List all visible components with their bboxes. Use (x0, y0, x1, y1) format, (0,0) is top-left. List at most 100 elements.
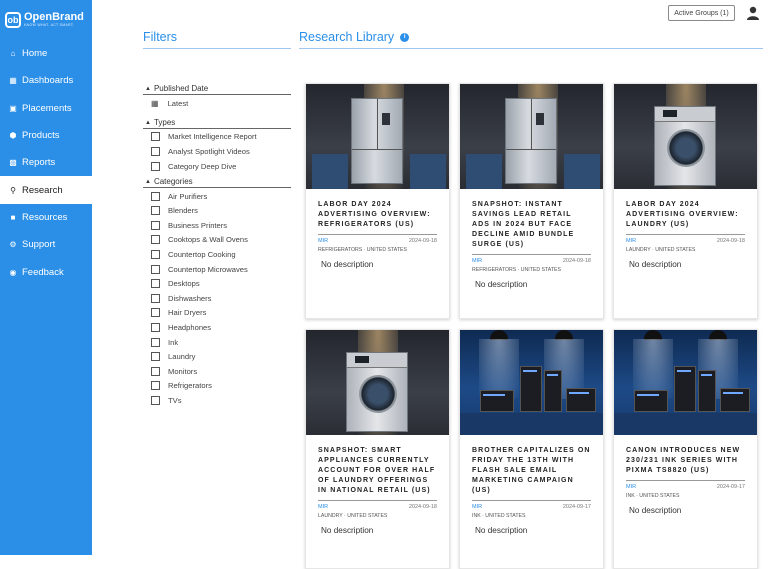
filter-category-option[interactable]: Ink (151, 336, 178, 348)
filter-category-option[interactable]: Refrigerators (151, 380, 212, 392)
checkbox[interactable] (151, 161, 160, 171)
checkbox[interactable] (151, 249, 160, 259)
card-categories: LAUNDRY · UNITED STATES (626, 247, 696, 253)
checkbox[interactable] (151, 366, 160, 376)
card-categories: REFRIGERATORS · UNITED STATES (472, 267, 561, 273)
checkbox[interactable] (151, 337, 160, 347)
checkbox[interactable] (151, 308, 160, 318)
card-source: MIR (626, 484, 637, 490)
report-card[interactable]: Snapshot: Instant Savings Lead Retail Ad… (459, 83, 604, 319)
checkbox[interactable] (151, 395, 160, 405)
brand-logo[interactable]: ob OpenBrand KNOW WHAT. ACT SMART. (5, 8, 89, 32)
checkbox[interactable] (151, 220, 160, 230)
info-icon[interactable]: i (400, 32, 410, 42)
checkbox[interactable] (151, 352, 160, 362)
checkbox[interactable] (151, 131, 160, 141)
filters-title: Filters (143, 30, 178, 44)
filters-divider (143, 48, 291, 49)
report-card[interactable]: Snapshot: Smart Appliances Currently Acc… (305, 329, 450, 569)
filter-category-option[interactable]: Blenders (151, 205, 198, 217)
filter-category-option[interactable]: Business Printers (151, 219, 227, 231)
checkbox[interactable] (151, 206, 160, 216)
checkbox[interactable] (151, 293, 160, 303)
library-title: Research Library i (299, 30, 410, 44)
feedback-icon: ◉ (9, 267, 17, 277)
filter-category-option[interactable]: Laundry (151, 351, 195, 363)
filter-type-option[interactable]: Category Deep Dive (151, 160, 236, 172)
products-icon: ⬢ (9, 131, 17, 141)
card-date: 2024-09-18 (408, 504, 437, 510)
filter-type-option[interactable]: Analyst Spotlight Videos (151, 145, 250, 157)
reports-icon: ▩ (9, 158, 17, 168)
card-source: MIR (472, 258, 483, 264)
card-description: No description (321, 526, 374, 535)
report-card[interactable]: Labor Day 2024 Advertising Overview: Lau… (613, 83, 758, 319)
filter-category-option[interactable]: Monitors (151, 365, 197, 377)
report-card[interactable]: Labor Day 2024 Advertising Overview: Ref… (305, 83, 450, 319)
card-description: No description (475, 526, 528, 535)
card-title[interactable]: Canon Introduces New 230/231 Ink Series … (626, 446, 745, 476)
checkbox[interactable] (151, 235, 160, 245)
card-thumbnail (306, 84, 449, 189)
caret-up-icon: ▲ (145, 85, 151, 92)
filter-category-option[interactable]: Countertop Cooking (151, 248, 236, 260)
checkbox[interactable] (151, 279, 160, 289)
user-icon[interactable] (746, 6, 760, 20)
sidebar-item-products[interactable]: ⬢ Products (0, 122, 92, 149)
support-icon: ⚙ (9, 240, 17, 250)
card-source: MIR (626, 238, 637, 244)
card-description: No description (629, 506, 682, 515)
sidebar-item-home[interactable]: ⌂ Home (0, 40, 92, 67)
card-description: No description (629, 260, 682, 269)
checkbox[interactable] (151, 146, 160, 156)
filter-category-option[interactable]: Countertop Microwaves (151, 263, 248, 275)
filter-category-option[interactable]: Air Purifiers (151, 190, 207, 202)
sidebar-item-reports[interactable]: ▩ Reports (0, 149, 92, 176)
filter-category-option[interactable]: Cooktops & Wall Ovens (151, 234, 248, 246)
calendar-icon: ▦ (151, 98, 159, 108)
sidebar-item-resources[interactable]: ■ Resources (0, 204, 92, 231)
card-date: 2024-09-17 (562, 504, 591, 510)
checkbox[interactable] (151, 322, 160, 332)
card-date: 2024-09-17 (716, 484, 745, 490)
filter-category-option[interactable]: Dishwashers (151, 292, 211, 304)
card-title[interactable]: Brother Capitalizes on Friday the 13th w… (472, 446, 591, 496)
card-thumbnail (460, 84, 603, 189)
checkbox[interactable] (151, 264, 160, 274)
checkbox[interactable] (151, 191, 160, 201)
filter-rule (143, 128, 291, 129)
report-card[interactable]: Brother Capitalizes on Friday the 13th w… (459, 329, 604, 569)
filter-category-option[interactable]: Hair Dryers (151, 307, 206, 319)
sidebar-item-support[interactable]: ⚙ Support (0, 231, 92, 258)
filter-type-option[interactable]: Market Intelligence Report (151, 130, 257, 142)
sidebar-nav: ⌂ Home ▦ Dashboards ▣ Placements ⬢ Products … (0, 40, 92, 286)
brand-name: OpenBrand (24, 11, 84, 23)
caret-up-icon: ▲ (145, 178, 151, 185)
card-source: MIR (472, 504, 483, 510)
sidebar-item-research[interactable]: ⚲ Research (0, 176, 92, 204)
checkbox[interactable] (151, 381, 160, 391)
dashboard-icon: ▦ (9, 76, 17, 86)
filter-group-types[interactable]: ▲ Types (145, 118, 175, 127)
card-title[interactable]: Snapshot: Instant Savings Lead Retail Ad… (472, 200, 591, 250)
filter-category-option[interactable]: Headphones (151, 321, 211, 333)
filter-published-latest[interactable]: ▦ Latest (151, 97, 188, 109)
card-date: 2024-09-18 (408, 238, 437, 244)
card-categories: INK · UNITED STATES (472, 513, 526, 519)
sidebar-item-placements[interactable]: ▣ Placements (0, 95, 92, 122)
filter-group-published[interactable]: ▲ Published Date (145, 84, 208, 93)
filter-rule (143, 94, 291, 95)
card-title[interactable]: Labor Day 2024 Advertising Overview: Lau… (626, 200, 745, 230)
sidebar-item-feedback[interactable]: ◉ Feedback (0, 258, 92, 285)
report-card[interactable]: Canon Introduces New 230/231 Ink Series … (613, 329, 758, 569)
card-title[interactable]: Snapshot: Smart Appliances Currently Acc… (318, 446, 437, 496)
filter-category-option[interactable]: TVs (151, 394, 182, 406)
brand-tagline: KNOW WHAT. ACT SMART. (24, 23, 75, 27)
card-title[interactable]: Labor Day 2024 Advertising Overview: Ref… (318, 200, 437, 230)
card-categories: REFRIGERATORS · UNITED STATES (318, 247, 407, 253)
active-groups-button[interactable]: Active Groups (1) (668, 5, 735, 21)
filter-group-categories[interactable]: ▲ Categories (145, 177, 193, 186)
filter-category-option[interactable]: Desktops (151, 278, 200, 290)
card-description: No description (475, 280, 528, 289)
sidebar-item-dashboards[interactable]: ▦ Dashboards (0, 67, 92, 94)
